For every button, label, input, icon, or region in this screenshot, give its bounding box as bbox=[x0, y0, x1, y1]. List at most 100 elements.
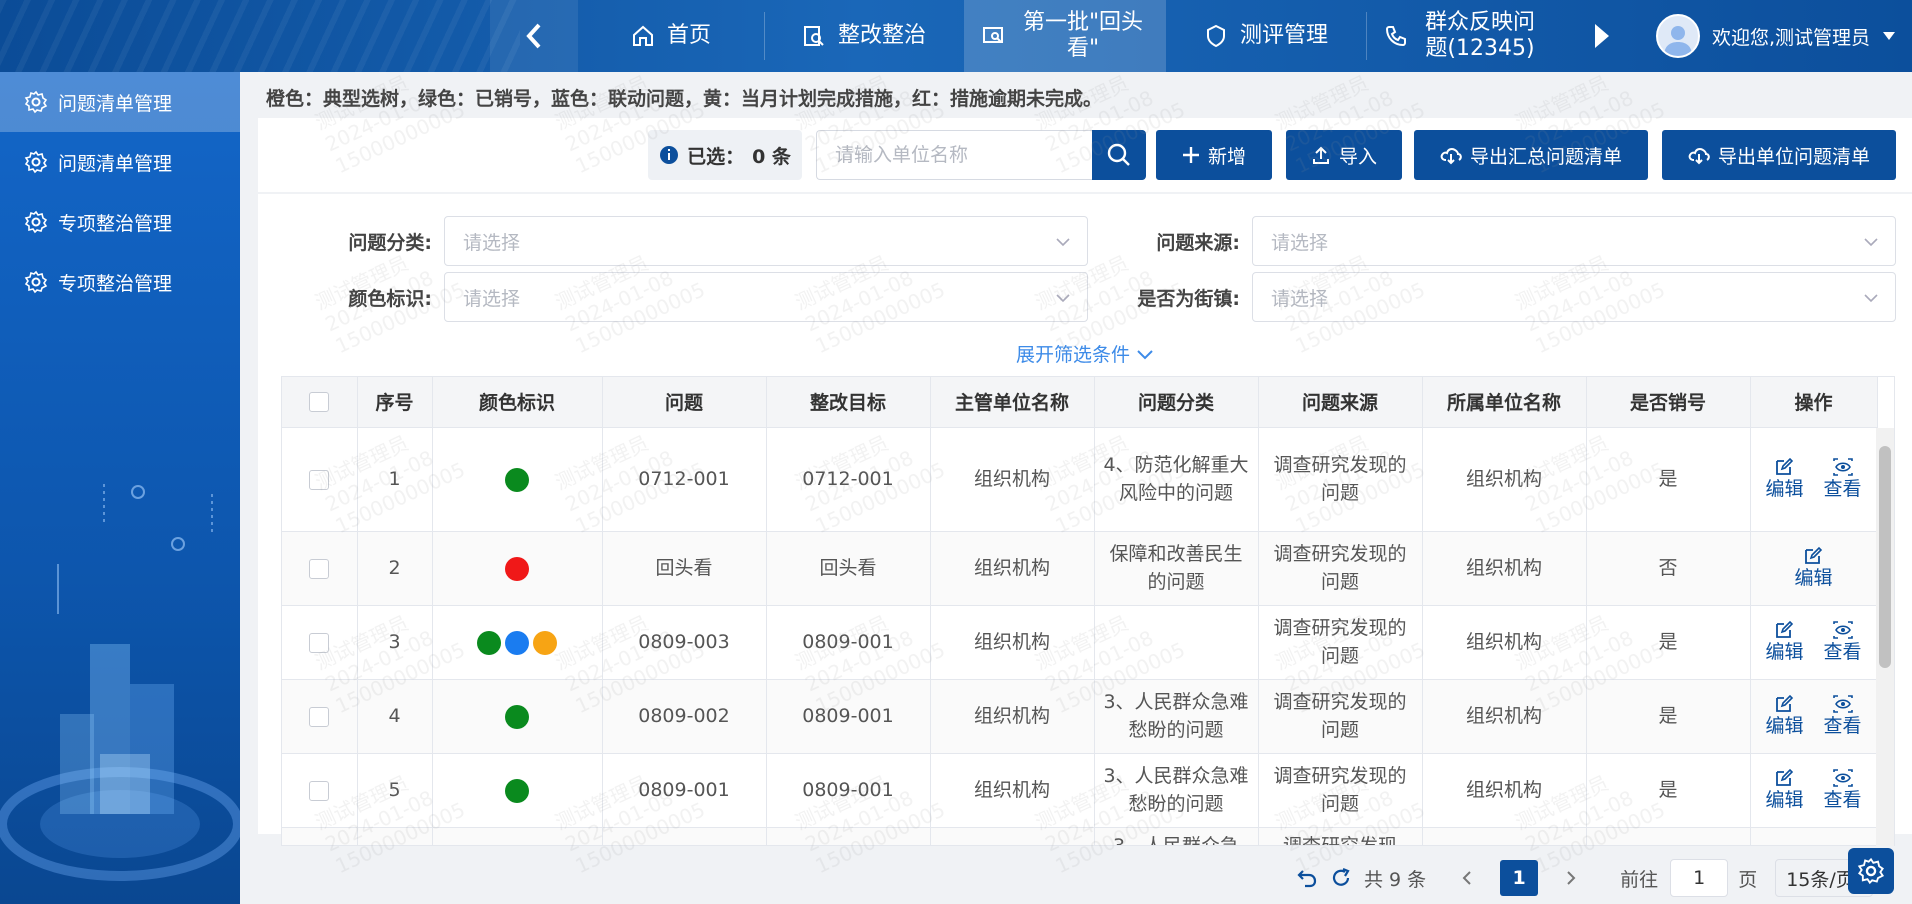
source-filter-label: 问题来源: bbox=[1156, 232, 1240, 254]
home-icon bbox=[632, 25, 653, 46]
edit-button[interactable]: 编辑 bbox=[1765, 768, 1804, 812]
color-dot bbox=[505, 630, 529, 655]
gear-icon bbox=[24, 270, 48, 294]
category-cell: 3、人民群众急难愁盼的问题 bbox=[1094, 679, 1259, 754]
refresh-icon[interactable] bbox=[1330, 867, 1352, 889]
search-button[interactable] bbox=[1092, 130, 1146, 180]
undo-icon[interactable] bbox=[1296, 867, 1318, 889]
row-select-cell[interactable] bbox=[282, 605, 358, 680]
table-body: 1 0712-001 0712-001 组织机构 4、防范化解重大风险中的问题 调查研究发… bbox=[282, 427, 1878, 845]
sidebar-item-special-rectification-2[interactable]: 专项整治管理 bbox=[0, 252, 240, 312]
nav-item-home[interactable]: 首页 bbox=[578, 0, 764, 72]
view-icon bbox=[1832, 769, 1853, 787]
goto-page-input[interactable] bbox=[1670, 859, 1729, 897]
chevron-down-icon bbox=[1056, 238, 1070, 247]
user-icon bbox=[1664, 26, 1692, 56]
view-icon bbox=[1832, 458, 1853, 476]
row-select-cell[interactable] bbox=[282, 531, 358, 606]
sidebar-item-label: 专项整治管理 bbox=[58, 212, 173, 235]
table-row: 3 0809-003 0809-001 组织机构 调查研究发现的问题 组织机构是编辑 查看 bbox=[282, 605, 1878, 680]
row-checkbox[interactable] bbox=[309, 469, 330, 490]
expand-filters-link[interactable]: 展开筛选条件 bbox=[1016, 340, 1154, 367]
row-checkbox[interactable] bbox=[309, 558, 330, 579]
row-checkbox[interactable] bbox=[309, 706, 330, 727]
selected-label: 已选： bbox=[687, 145, 745, 168]
edit-button[interactable]: 编辑 bbox=[1765, 694, 1804, 738]
unit-cell: 组织机构 bbox=[1422, 531, 1587, 606]
select-all-cell[interactable] bbox=[282, 377, 358, 428]
unit-search-input[interactable] bbox=[816, 130, 1092, 180]
table-row: 4 0809-002 0809-001 组织机构 3、人民群众急难愁盼的问题 调查研究发现… bbox=[282, 679, 1878, 754]
export-unit-button[interactable]: 导出单位问题清单 bbox=[1662, 130, 1896, 180]
problem-cell bbox=[602, 827, 767, 845]
action-label: 编辑 bbox=[1765, 715, 1804, 737]
closed-cell: 是 bbox=[1586, 753, 1751, 828]
add-button[interactable]: 新增 bbox=[1156, 130, 1272, 180]
nav-item-public-feedback[interactable]: 群众反映问题(12345) bbox=[1366, 0, 1558, 72]
column-header: 颜色标识 bbox=[432, 377, 603, 428]
color-dot bbox=[505, 704, 529, 729]
scrollbar-thumb[interactable] bbox=[1879, 446, 1891, 668]
prev-page-button[interactable] bbox=[1450, 860, 1485, 896]
row-actions: 编辑 查看 bbox=[1757, 457, 1871, 501]
table-scrollbar[interactable] bbox=[1876, 428, 1894, 846]
row-select-cell[interactable] bbox=[282, 827, 358, 845]
sidebar-item-special-rectification[interactable]: 专项整治管理 bbox=[0, 192, 240, 252]
row-select-cell[interactable] bbox=[282, 427, 358, 532]
source-select[interactable]: 请选择 bbox=[1252, 216, 1896, 266]
row-checkbox[interactable] bbox=[309, 780, 330, 801]
color-tag-cell bbox=[432, 605, 603, 680]
export-summary-button[interactable]: 导出汇总问题清单 bbox=[1414, 130, 1648, 180]
sidebar-item-problem-list[interactable]: 问题清单管理 bbox=[0, 72, 240, 132]
category-select[interactable]: 请选择 bbox=[444, 216, 1088, 266]
next-page-button[interactable] bbox=[1554, 860, 1589, 896]
import-button[interactable]: 导入 bbox=[1286, 130, 1402, 180]
nav-next-button[interactable] bbox=[1558, 0, 1646, 72]
gear-icon bbox=[24, 90, 48, 114]
row-actions: 编辑 查看 bbox=[1757, 620, 1871, 664]
view-button[interactable]: 查看 bbox=[1824, 694, 1862, 738]
color-select[interactable]: 请选择 bbox=[444, 272, 1088, 322]
row-select-cell[interactable] bbox=[282, 753, 358, 828]
nav-prev-button[interactable] bbox=[490, 0, 578, 72]
edit-icon bbox=[1776, 768, 1794, 786]
edit-button[interactable]: 编辑 bbox=[1765, 620, 1804, 664]
row-checkbox[interactable] bbox=[309, 632, 330, 653]
nav-item-review[interactable]: 第一批"回头看" bbox=[964, 0, 1166, 72]
action-label: 查看 bbox=[1823, 478, 1862, 500]
action-label: 编辑 bbox=[1765, 478, 1804, 500]
edit-button[interactable]: 编辑 bbox=[1794, 546, 1833, 590]
unit-cell bbox=[1422, 827, 1587, 845]
export-unit-label: 导出单位问题清单 bbox=[1717, 145, 1870, 168]
import-button-label: 导入 bbox=[1338, 145, 1377, 168]
category-cell: 3、人民群众急难愁盼的问题 bbox=[1094, 753, 1259, 828]
avatar bbox=[1656, 14, 1700, 58]
category-cell: 保障和改善民生的问题 bbox=[1094, 531, 1259, 606]
nav-item-label: 首页 bbox=[666, 23, 711, 48]
view-button[interactable]: 查看 bbox=[1824, 620, 1862, 664]
row-select-cell[interactable] bbox=[282, 679, 358, 754]
source-cell: 调查研究发现的问题 bbox=[1258, 531, 1423, 606]
nav-item-label: 整改整治 bbox=[837, 23, 926, 48]
sidebar-item-problem-list-2[interactable]: 问题清单管理 bbox=[0, 132, 240, 192]
column-header: 操作 bbox=[1750, 377, 1878, 428]
target-cell: 回头看 bbox=[766, 531, 931, 606]
user-menu[interactable]: 欢迎您,测试管理员 bbox=[1656, 12, 1896, 60]
closed-cell: 否 bbox=[1586, 531, 1751, 606]
street-select[interactable]: 请选择 bbox=[1252, 272, 1896, 322]
source-cell: 调查研究发现的问题 bbox=[1258, 605, 1423, 680]
color-dot bbox=[533, 630, 557, 655]
view-button[interactable]: 查看 bbox=[1824, 457, 1862, 501]
select-all-checkbox[interactable] bbox=[309, 392, 330, 413]
search-icon bbox=[1107, 143, 1130, 166]
actions-cell: 编辑 查看 bbox=[1750, 605, 1878, 680]
color-dot bbox=[477, 630, 501, 655]
edit-button[interactable]: 编辑 bbox=[1765, 457, 1804, 501]
color-dot bbox=[505, 467, 529, 492]
problem-cell: 0809-003 bbox=[602, 605, 767, 680]
nav-item-evaluation[interactable]: 测评管理 bbox=[1166, 0, 1366, 72]
nav-item-rectification[interactable]: 整改整治 bbox=[764, 0, 964, 72]
view-button[interactable]: 查看 bbox=[1824, 768, 1862, 812]
settings-button[interactable] bbox=[1848, 848, 1894, 894]
page-number-current[interactable]: 1 bbox=[1500, 860, 1539, 896]
